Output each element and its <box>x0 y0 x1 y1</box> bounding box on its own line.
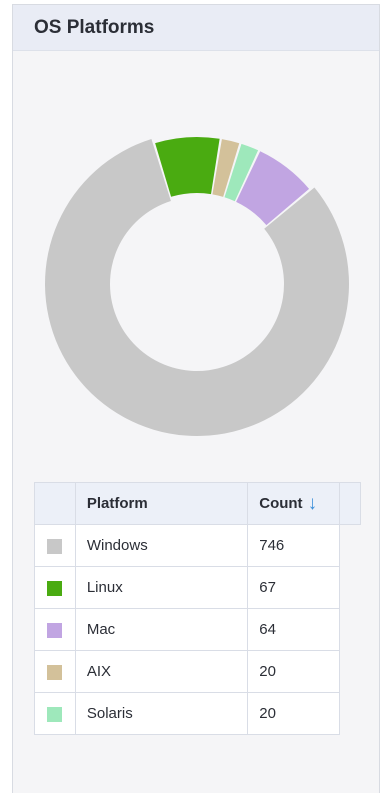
table-row[interactable]: Mac 64 <box>34 608 361 651</box>
table-header-row: Platform Count ↓ <box>34 482 361 525</box>
donut-chart <box>13 51 379 471</box>
panel-header: OS Platforms <box>13 5 379 51</box>
header-extra-cell <box>339 482 361 525</box>
swatch-cell <box>34 692 76 735</box>
legend-swatch <box>47 580 63 596</box>
table-row[interactable]: AIX 20 <box>34 650 361 693</box>
sort-descending-icon[interactable]: ↓ <box>308 493 318 514</box>
count-cell: 20 <box>247 692 341 735</box>
platform-cell: Mac <box>74 608 249 651</box>
table-row[interactable]: Solaris 20 <box>34 692 361 735</box>
platform-cell: AIX <box>74 650 249 693</box>
header-count-label: Count <box>259 494 303 512</box>
swatch-cell <box>34 566 76 609</box>
legend-swatch <box>47 538 63 554</box>
donut-chart-svg <box>45 137 350 437</box>
platform-cell: Linux <box>74 566 249 609</box>
count-cell: 64 <box>247 608 341 651</box>
count-cell: 20 <box>247 650 341 693</box>
swatch-cell <box>34 524 76 567</box>
table-row[interactable]: Linux 67 <box>34 566 361 609</box>
extra-cell <box>339 650 361 693</box>
count-cell: 67 <box>247 566 341 609</box>
platform-cell: Solaris <box>74 692 249 735</box>
swatch-cell <box>34 608 76 651</box>
extra-cell <box>339 692 361 735</box>
platforms-table: Platform Count ↓ Windows 746 Linux 67 Mac 64 AI… <box>34 482 361 735</box>
extra-cell <box>339 608 361 651</box>
count-cell: 746 <box>247 524 341 567</box>
legend-swatch <box>47 664 63 680</box>
legend-swatch <box>47 706 63 722</box>
extra-cell <box>339 566 361 609</box>
swatch-cell <box>34 650 76 693</box>
header-platform[interactable]: Platform <box>74 482 249 525</box>
header-count[interactable]: Count ↓ <box>247 482 341 525</box>
platform-cell: Windows <box>74 524 249 567</box>
header-platform-label: Platform <box>86 495 148 512</box>
legend-swatch <box>47 622 63 638</box>
os-platforms-panel: OS Platforms Platform Count ↓ Windows 746 L… <box>12 4 380 793</box>
panel-title: OS Platforms <box>34 16 155 38</box>
extra-cell <box>339 524 361 567</box>
header-swatch-cell <box>34 482 76 525</box>
table-row[interactable]: Windows 746 <box>34 524 361 567</box>
